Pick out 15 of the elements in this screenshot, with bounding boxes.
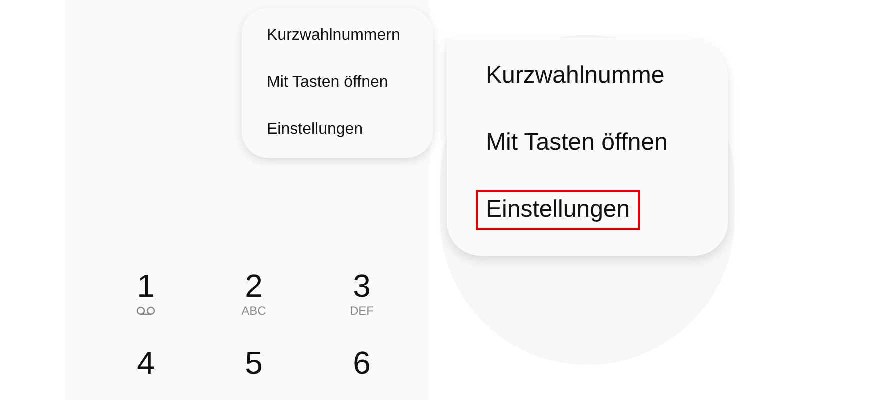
key-letters: ABC — [242, 304, 266, 318]
dial-key[interactable]: 1 — [92, 268, 200, 323]
dial-key[interactable]: 6 — [308, 345, 416, 400]
menu-item[interactable]: Kurzwahlnummern — [267, 24, 433, 48]
menu-item[interactable]: Einstellungen — [267, 118, 433, 142]
menu-item[interactable]: Kurzwahlnumme — [476, 56, 675, 96]
key-letters: DEF — [350, 304, 374, 318]
dial-key[interactable]: 5 — [200, 345, 308, 400]
dial-key[interactable]: 3 DEF — [308, 268, 416, 323]
dial-key[interactable]: 4 — [92, 345, 200, 400]
menu-item[interactable]: Mit Tasten öffnen — [476, 122, 678, 163]
dial-key[interactable]: 2 ABC — [200, 268, 308, 323]
menu-item[interactable]: Mit Tasten öffnen — [267, 70, 433, 95]
voicemail-icon — [136, 306, 156, 316]
menu-item[interactable]: Einstellungen — [476, 190, 640, 230]
